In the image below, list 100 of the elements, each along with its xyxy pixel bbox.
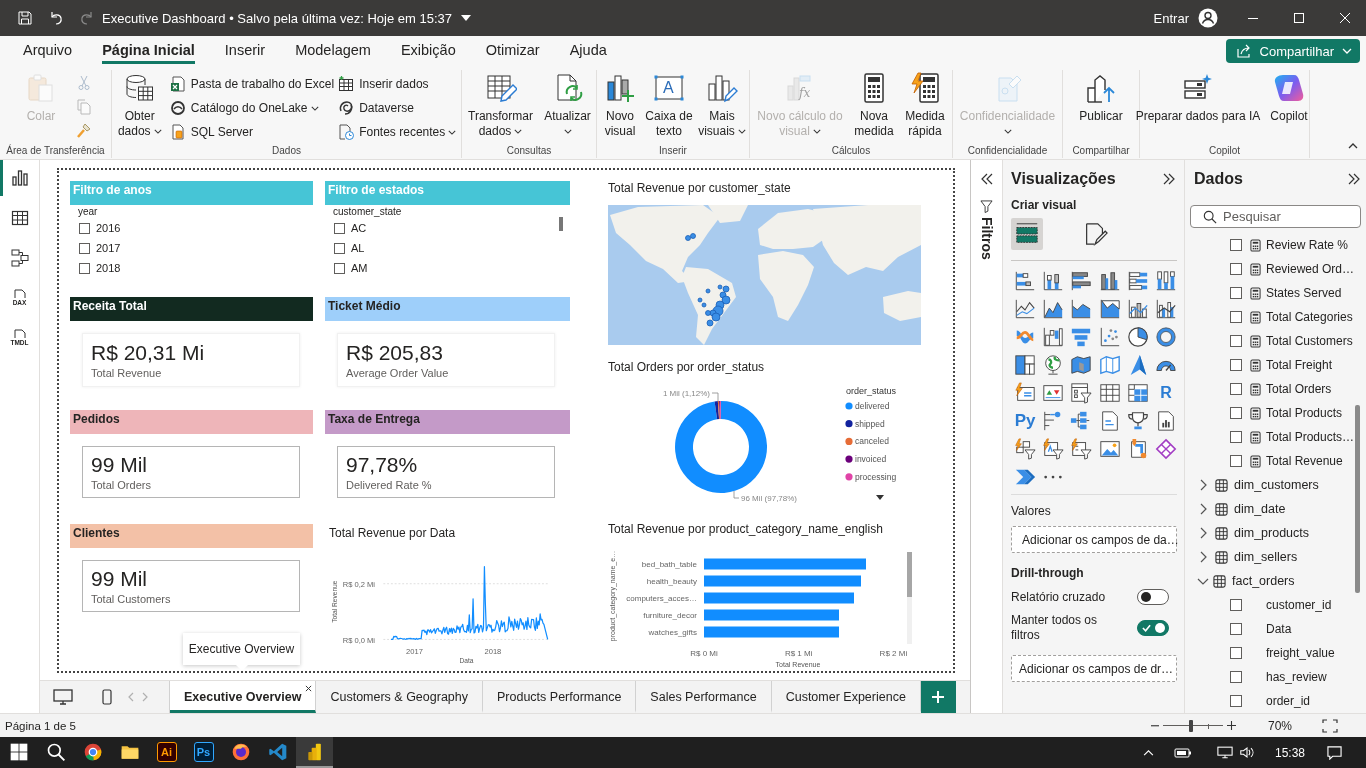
lightning-filter-icon[interactable] [1014,438,1037,460]
field-item[interactable]: Review Rate % [1185,233,1366,257]
plus-icon[interactable] [1226,721,1236,730]
zoom-level[interactable]: 70% [1267,718,1292,733]
checkbox[interactable] [1230,407,1242,419]
table-item[interactable]: dim_sellers [1185,545,1366,569]
toggle-switch[interactable] [1137,620,1169,636]
checkbox[interactable] [1230,623,1242,635]
checkbox[interactable] [1230,239,1242,251]
checkbox[interactable] [1230,455,1242,467]
pane-title[interactable]: Filtros [978,217,995,260]
full-stacked-column-chart-icon[interactable] [1155,270,1178,292]
search-field[interactable]: Pesquisar [1190,205,1361,228]
scrollbar[interactable] [907,552,912,644]
field-item[interactable]: Data [1185,617,1366,641]
ribbon-tab[interactable]: Inserir [224,36,266,64]
minus-icon[interactable] [1150,724,1159,727]
r-visual-button[interactable]: R [1160,382,1172,404]
slicer-option[interactable]: AL [325,238,365,258]
funnel-chart-icon[interactable] [1070,326,1093,348]
ribbon-button[interactable]: Fontes recentes [338,120,457,144]
scrollbar[interactable] [1355,405,1360,593]
checkbox[interactable] [334,262,345,274]
mode-tab[interactable] [1011,218,1043,250]
trophy-icon[interactable] [1126,410,1149,432]
ribbon-button[interactable]: Dataverse [338,96,457,120]
area-chart-icon[interactable] [1042,298,1065,320]
checkbox[interactable] [1230,287,1242,299]
field-item[interactable]: Total Freight [1185,353,1366,377]
monitor-icon[interactable] [53,689,73,705]
redo-icon[interactable] [79,10,95,26]
ribbon-button[interactable]: Novo visual [599,72,641,139]
scrollbar[interactable] [559,217,563,231]
undo-icon[interactable] [48,10,64,26]
pie-chart-icon[interactable] [1126,326,1149,348]
scatter-chart-icon[interactable] [1098,326,1121,348]
field-item[interactable]: Reviewed Ord… [1185,257,1366,281]
field-item[interactable]: Total Products [1185,401,1366,425]
checkbox[interactable] [1230,335,1242,347]
battery-icon[interactable] [1173,746,1192,759]
checkbox[interactable] [1230,263,1242,275]
lightning-card-icon[interactable] [1014,382,1037,404]
monitor-icon[interactable] [1216,746,1233,759]
image-icon[interactable] [1098,438,1121,460]
ribbon-button[interactable]: Inserir dados [338,72,457,96]
toggle-switch[interactable] [1137,589,1169,605]
ribbon-button[interactable]: Preparar dados para IA [1135,72,1261,124]
ribbon-tab[interactable]: Otimizar [485,36,540,64]
clock[interactable]: 15:38 [1274,745,1305,760]
treemap-icon[interactable] [1014,354,1037,376]
add-page-button[interactable] [920,681,956,713]
slicer-option[interactable]: AC [325,218,367,238]
ribbon-button[interactable]: Publicar [1073,72,1129,124]
ribbon-button[interactable]: Atualizar [540,72,595,134]
checkbox[interactable] [79,242,90,254]
slicer-option[interactable]: 2016 [70,218,121,238]
checkbox[interactable] [1230,599,1242,611]
legend-scroll-icon[interactable] [876,495,884,500]
notification-icon[interactable] [1327,745,1342,760]
line-column-chart-icon[interactable] [1126,298,1149,320]
stacked-area-chart-icon[interactable] [1070,298,1093,320]
outline-map-icon[interactable] [1098,354,1121,376]
checkbox[interactable] [334,242,345,254]
paintbrush-icon[interactable] [76,123,92,139]
line-column-chart-icon[interactable] [1155,298,1178,320]
diamond-icon[interactable] [1155,438,1178,460]
app-tile[interactable]: Ai [156,741,177,762]
slicer-option[interactable]: AM [325,258,368,278]
caret-down-icon[interactable] [460,15,471,21]
matrix-icon[interactable] [1126,382,1149,404]
checkbox[interactable] [1230,359,1242,371]
checkbox[interactable] [1230,431,1242,443]
stacked-bar-chart-icon[interactable] [1014,270,1037,292]
field-item[interactable]: customer_id [1185,593,1366,617]
waterfall-chart-icon[interactable] [1042,326,1065,348]
kpi-card-icon[interactable] [1042,382,1065,404]
field-item[interactable]: Total Products… [1185,425,1366,449]
drop-field[interactable]: Adicionar os campos de dr… [1011,655,1177,682]
checkbox[interactable] [334,222,345,234]
full-area-chart-icon[interactable] [1098,298,1121,320]
ribbon-tab[interactable]: Arquivo [23,36,73,64]
full-stacked-bar-chart-icon[interactable] [1126,270,1149,292]
double-chevron-right-icon[interactable] [1348,173,1360,185]
speaker-icon[interactable] [1238,746,1255,759]
table-item[interactable]: fact_orders [1185,569,1366,593]
field-item[interactable]: Total Orders [1185,377,1366,401]
page-tab[interactable]: Executive Overview [170,681,317,713]
field-item[interactable]: States Served [1185,281,1366,305]
ribbon-button[interactable]: Mais visuais [697,72,747,139]
table-item[interactable]: dim_customers [1185,473,1366,497]
ribbon-button[interactable]: Copilot [1264,72,1314,124]
field-item[interactable]: Total Revenue [1185,449,1366,473]
ribbon-button[interactable]: SQL Server [169,120,335,144]
save-icon[interactable] [17,10,33,26]
ribbon-tab[interactable]: Modelagem [295,36,371,64]
checkbox[interactable] [1230,647,1242,659]
close-icon[interactable] [305,685,313,692]
ribbon-button[interactable]: A Caixa de texto [644,72,694,139]
line-chart-icon[interactable] [1014,298,1037,320]
field-item[interactable]: has_review [1185,665,1366,689]
